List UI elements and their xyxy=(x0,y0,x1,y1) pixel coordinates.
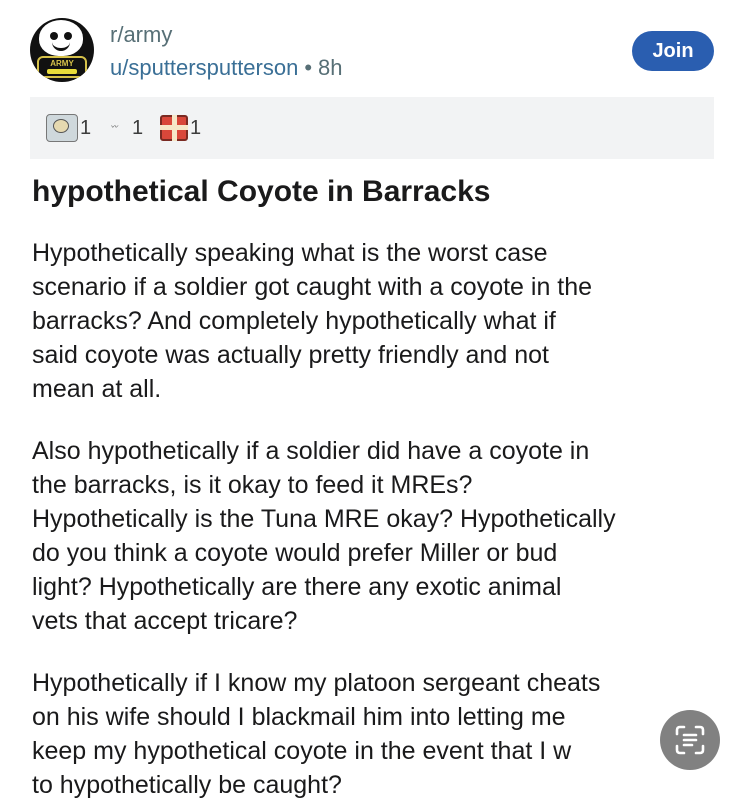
author-link[interactable]: u/sputtersputterson xyxy=(110,55,298,80)
subreddit-avatar[interactable]: ARMY xyxy=(30,18,94,82)
award-count: 1 xyxy=(132,116,144,139)
avatar-face xyxy=(39,20,83,56)
avatar-eye-left xyxy=(50,32,58,40)
gift-award-icon xyxy=(160,115,188,141)
avatar-badge: ARMY xyxy=(37,56,87,78)
post-age: 8h xyxy=(318,55,343,80)
post-body-paragraph-1: Hypothetically speaking what is the wors… xyxy=(32,236,722,406)
avatar-smile xyxy=(52,40,70,51)
signature-award-icon: 〰 xyxy=(110,124,118,131)
subreddit-name[interactable]: r/army xyxy=(110,22,172,48)
body-line: mean at all. xyxy=(32,375,162,403)
body-line: Hypothetically is the Tuna MRE okay? Hyp… xyxy=(32,505,616,533)
live-text-scan-icon xyxy=(675,725,705,755)
award-count: 1 xyxy=(80,116,92,139)
avatar-badge-bar xyxy=(47,69,77,74)
body-line: said coyote was actually pretty friendly… xyxy=(32,341,549,369)
body-line: Hypothetically if I know my platoon serg… xyxy=(32,669,601,697)
body-line: keep my hypothetical coyote in the event… xyxy=(32,737,572,765)
body-line: light? Hypothetically are there any exot… xyxy=(32,573,562,601)
body-line: Also hypothetically if a soldier did hav… xyxy=(32,437,590,465)
join-button[interactable]: Join xyxy=(632,31,714,71)
avatar-eye-right xyxy=(64,32,72,40)
avatar-badge-text: ARMY xyxy=(50,59,74,68)
body-line: on his wife should I blackmail him into … xyxy=(32,703,566,731)
award-signature[interactable]: 〰 1 xyxy=(98,113,144,143)
body-line: to hypothetically be caught? xyxy=(32,771,342,799)
award-count: 1 xyxy=(190,116,202,139)
body-line: vets that accept tricare? xyxy=(32,607,298,635)
meta-separator: • xyxy=(304,55,313,80)
body-line: Hypothetically speaking what is the wors… xyxy=(32,239,548,267)
body-line: barracks? And completely hypothetically … xyxy=(32,307,556,335)
post-body-paragraph-2: Also hypothetically if a soldier did hav… xyxy=(32,434,722,638)
award-eagle[interactable]: 1 xyxy=(46,113,91,143)
awards-bar[interactable]: 1 〰 1 1 xyxy=(30,97,714,159)
live-text-button[interactable] xyxy=(660,710,720,770)
eagle-award-icon xyxy=(46,114,78,142)
award-gift[interactable]: 1 xyxy=(160,113,201,143)
body-line: the barracks, is it okay to feed it MREs… xyxy=(32,471,473,499)
body-line: scenario if a soldier got caught with a … xyxy=(32,273,593,301)
post-body-paragraph-3: Hypothetically if I know my platoon serg… xyxy=(32,666,722,802)
author-line: u/sputtersputterson • 8h xyxy=(110,55,343,81)
body-line: do you think a coyote would prefer Mille… xyxy=(32,539,558,567)
post-header: ARMY r/army u/sputtersputterson • 8h Join xyxy=(0,0,744,92)
post-title: hypothetical Coyote in Barracks xyxy=(32,175,491,208)
